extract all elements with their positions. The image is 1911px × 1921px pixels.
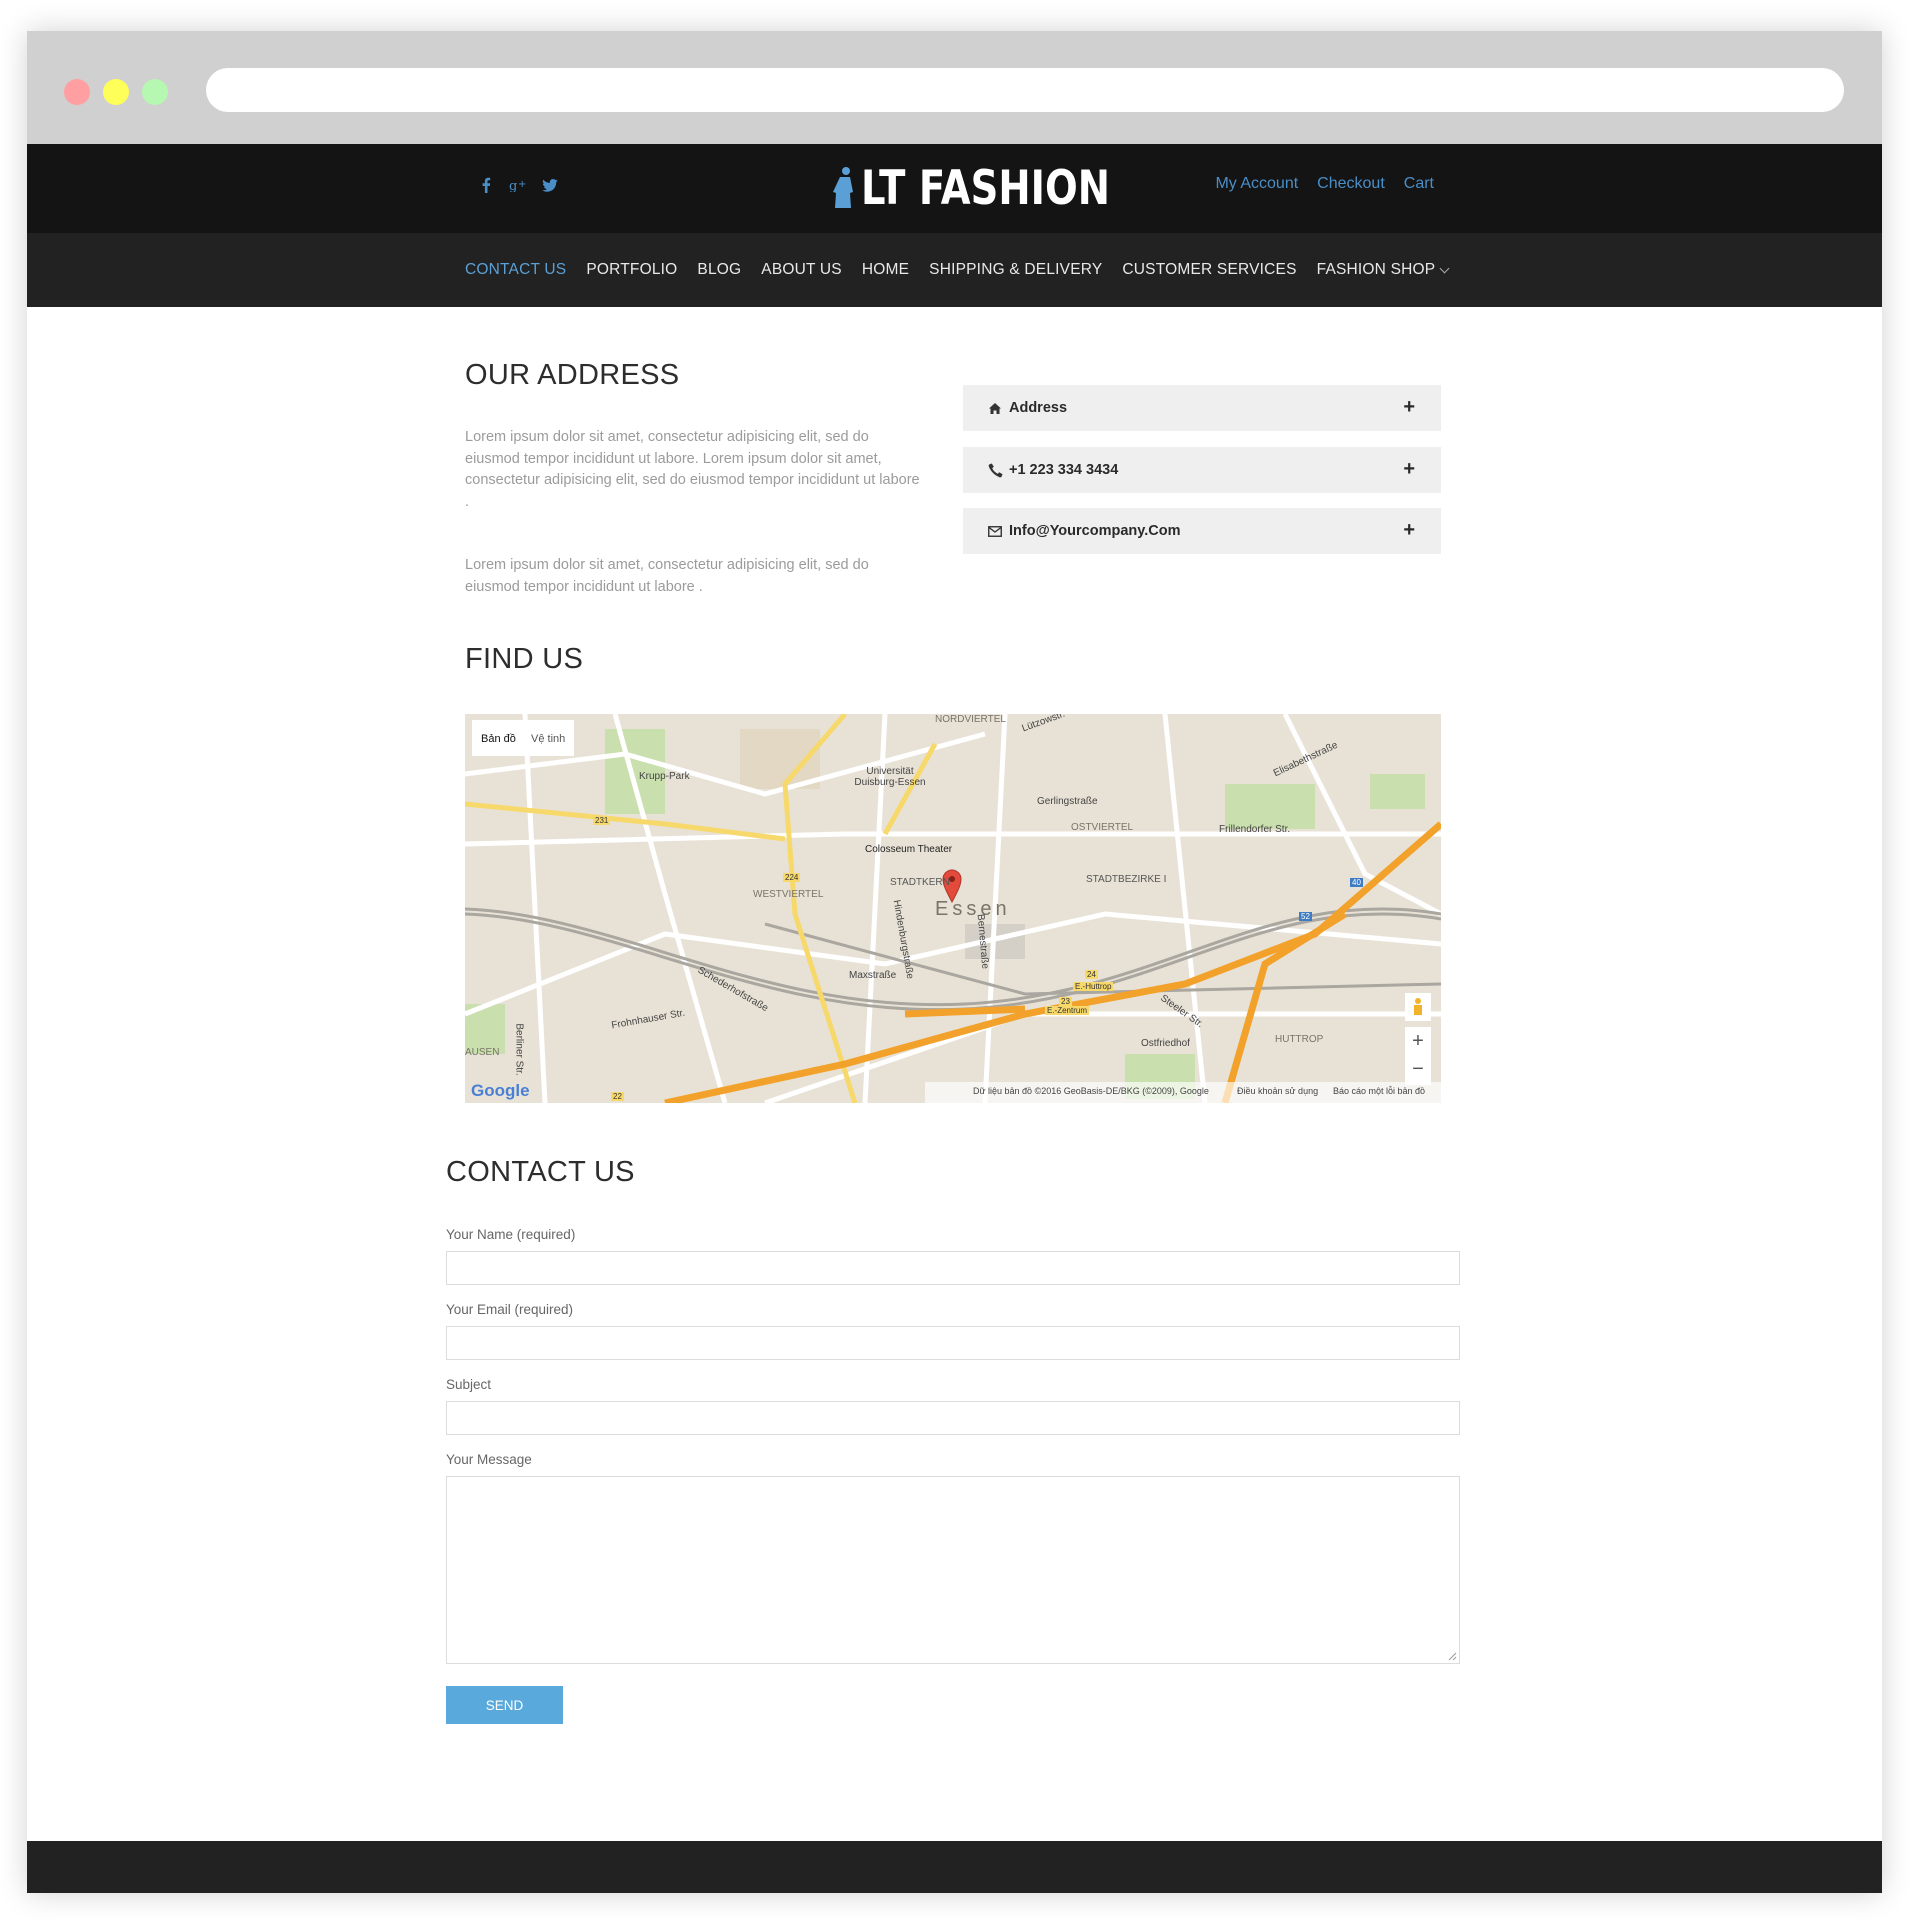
my-account-link[interactable]: My Account bbox=[1215, 175, 1298, 193]
account-links: My Account Checkout Cart bbox=[1215, 175, 1434, 193]
our-address-title: OUR ADDRESS bbox=[465, 359, 680, 391]
road-number: 52 bbox=[1299, 912, 1312, 921]
nav-fashion-shop[interactable]: FASHION SHOP bbox=[1316, 261, 1450, 279]
plus-icon: + bbox=[1403, 396, 1415, 418]
map-terms-link[interactable]: Điều khoản sử dụng bbox=[1237, 1086, 1318, 1096]
nav-home[interactable]: HOME bbox=[862, 261, 909, 279]
accordion-address-label: Address bbox=[1009, 400, 1068, 416]
checkout-link[interactable]: Checkout bbox=[1317, 175, 1385, 193]
svg-text:g: g bbox=[509, 179, 517, 192]
map-tab-satellite[interactable]: Vệ tinh bbox=[531, 733, 565, 745]
accordion-email-label: Info@Yourcompany.Com bbox=[1009, 523, 1181, 539]
message-label: Your Message bbox=[446, 1452, 532, 1467]
google-logo[interactable]: Google bbox=[471, 1081, 530, 1101]
home-icon bbox=[987, 400, 1003, 416]
facebook-icon[interactable] bbox=[475, 174, 497, 196]
browser-chrome bbox=[27, 31, 1882, 144]
road-number: 40 bbox=[1350, 878, 1363, 887]
map-place: Berliner Str. bbox=[513, 1023, 525, 1076]
find-us-title: FIND US bbox=[465, 643, 584, 675]
road-number: 22 bbox=[611, 1092, 624, 1101]
map-place: Frillendorfer Str. bbox=[1219, 824, 1291, 835]
map-place: AUSEN bbox=[465, 1047, 500, 1058]
email-label: Your Email (required) bbox=[446, 1302, 574, 1317]
nav-customer-services[interactable]: CUSTOMER SERVICES bbox=[1122, 261, 1296, 279]
main-navigation: CONTACT US PORTFOLIO BLOG ABOUT US HOME … bbox=[27, 233, 1882, 307]
nav-fashion-shop-label: FASHION SHOP bbox=[1316, 261, 1436, 278]
accordion-email[interactable]: Info@Yourcompany.Com + bbox=[963, 508, 1441, 554]
send-button[interactable]: SEND bbox=[446, 1686, 563, 1724]
map-place: Gerlingstraße bbox=[1037, 796, 1098, 807]
resize-handle-icon[interactable] bbox=[1447, 1651, 1457, 1661]
map-place: STADTKERN bbox=[890, 877, 950, 888]
top-header: g + LT FASHION My Account Checkout Cart bbox=[27, 144, 1882, 233]
nav-contact-us[interactable]: CONTACT US bbox=[465, 261, 566, 279]
road-number: 23 bbox=[1059, 997, 1072, 1006]
map-place: NORDVIERTEL bbox=[935, 714, 1006, 725]
nav-shipping-delivery[interactable]: SHIPPING & DELIVERY bbox=[929, 261, 1102, 279]
road-number: 231 bbox=[593, 816, 611, 825]
contact-us-title: CONTACT US bbox=[446, 1156, 635, 1188]
name-label: Your Name (required) bbox=[446, 1227, 576, 1242]
map-place: WESTVIERTEL bbox=[753, 889, 824, 900]
message-textarea[interactable] bbox=[446, 1476, 1460, 1664]
map-place: Krupp-Park bbox=[639, 771, 690, 782]
subject-input[interactable] bbox=[446, 1401, 1460, 1435]
address-paragraph-1: Lorem ipsum dolor sit amet, consectetur … bbox=[465, 429, 920, 510]
chevron-down-icon bbox=[1439, 263, 1450, 274]
map-attribution: Dữ liệu bản đồ ©2016 GeoBasis-DE/BKG (©2… bbox=[973, 1086, 1209, 1096]
accordion-phone[interactable]: +1 223 334 3434 + bbox=[963, 447, 1441, 493]
map-place: OSTVIERTEL bbox=[1071, 822, 1134, 833]
name-input[interactable] bbox=[446, 1251, 1460, 1285]
nav-about-us[interactable]: ABOUT US bbox=[761, 261, 842, 279]
accordion-address[interactable]: Address + bbox=[963, 385, 1441, 431]
map-report-link[interactable]: Báo cáo một lỗi bản đồ bbox=[1333, 1086, 1425, 1096]
address-bar[interactable] bbox=[206, 68, 1844, 112]
pegman-icon[interactable] bbox=[1405, 993, 1431, 1021]
map-place: Ostfriedhof bbox=[1141, 1038, 1190, 1049]
email-input[interactable] bbox=[446, 1326, 1460, 1360]
zoom-out-button[interactable]: − bbox=[1405, 1056, 1431, 1082]
nav-portfolio[interactable]: PORTFOLIO bbox=[586, 261, 677, 279]
minimize-window-dot[interactable] bbox=[103, 79, 129, 105]
subject-label: Subject bbox=[446, 1377, 492, 1392]
map-place: STADTBEZIRKE I bbox=[1086, 874, 1167, 885]
brand-logo[interactable]: LT FASHION bbox=[831, 158, 1165, 218]
fashion-figure-icon bbox=[833, 167, 853, 208]
zoom-in-button[interactable]: + bbox=[1405, 1028, 1431, 1054]
phone-icon bbox=[987, 462, 1003, 478]
map-place: E.-Zentrum bbox=[1045, 1006, 1090, 1015]
close-window-dot[interactable] bbox=[64, 79, 90, 105]
plus-icon: + bbox=[1403, 519, 1415, 541]
footer bbox=[27, 1841, 1882, 1893]
map-place: Colosseum Theater bbox=[865, 844, 953, 855]
map-place: Maxstraße bbox=[849, 970, 897, 981]
accordion-phone-label: +1 223 334 3434 bbox=[1009, 462, 1119, 478]
twitter-icon[interactable] bbox=[539, 174, 561, 196]
cart-link[interactable]: Cart bbox=[1404, 175, 1434, 193]
envelope-icon bbox=[987, 523, 1003, 539]
map-place: HUTTROP bbox=[1275, 1034, 1324, 1045]
plus-icon: + bbox=[1403, 458, 1415, 480]
road-number: 24 bbox=[1085, 970, 1098, 979]
address-paragraph-2: Lorem ipsum dolor sit amet, consectetur … bbox=[465, 557, 869, 595]
google-plus-icon[interactable]: g + bbox=[507, 174, 529, 196]
nav-blog[interactable]: BLOG bbox=[697, 261, 741, 279]
maximize-window-dot[interactable] bbox=[142, 79, 168, 105]
browser-window: g + LT FASHION My Account Checkout Cart C… bbox=[27, 31, 1882, 1893]
google-map[interactable]: Bản đồ Vệ tinh Essen NORDVIERTEL Univers… bbox=[465, 714, 1441, 1103]
road-number: 224 bbox=[783, 873, 801, 882]
map-place: Universität Duisburg-Essen bbox=[854, 766, 926, 788]
map-place: E.-Huttrop bbox=[1073, 982, 1114, 991]
map-tab-map[interactable]: Bản đồ bbox=[481, 733, 516, 745]
map-city-label: Essen bbox=[935, 898, 1011, 920]
svg-text:+: + bbox=[518, 179, 526, 190]
brand-name: LT FASHION bbox=[861, 160, 1110, 216]
